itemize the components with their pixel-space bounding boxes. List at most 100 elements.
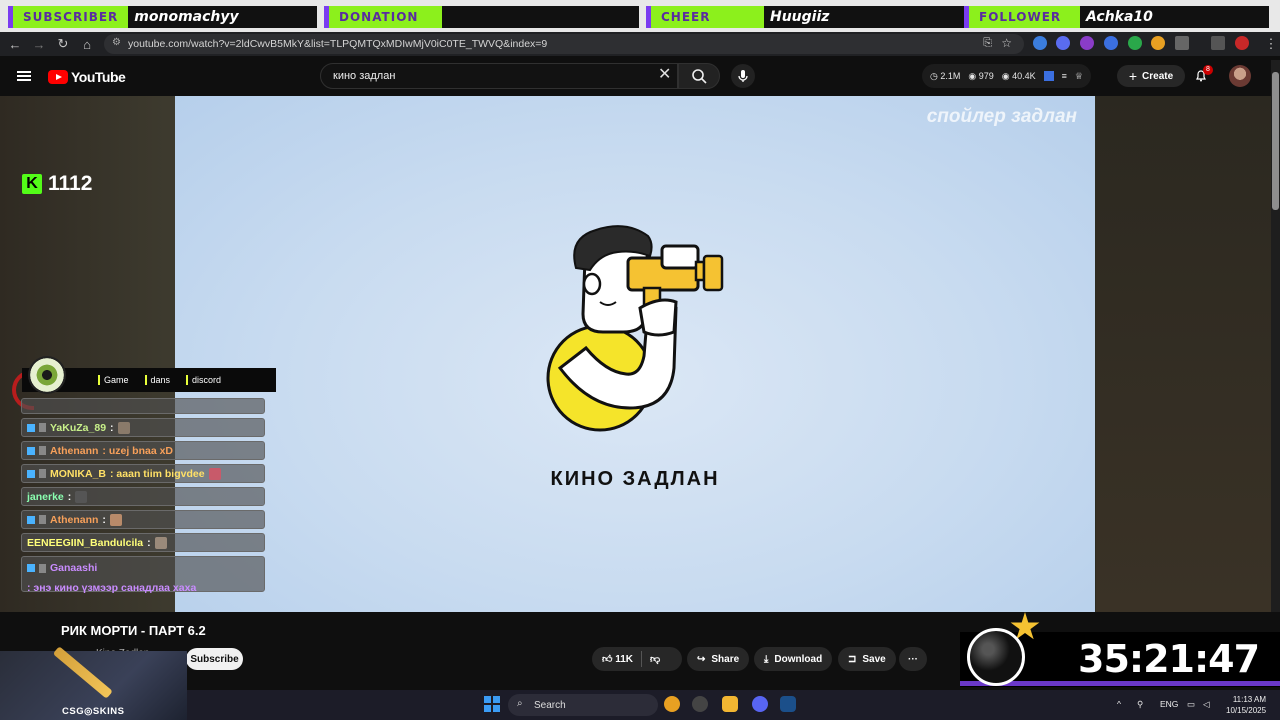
extension-icon[interactable] [1080, 36, 1094, 50]
subscribers-stat: ◷ 2.1M [930, 70, 961, 81]
extension-icon[interactable] [1043, 71, 1054, 81]
trophy-icon[interactable]: ♕ [1075, 71, 1083, 82]
download-button[interactable]: ⤓ Download [754, 647, 833, 671]
obs-icon[interactable] [692, 696, 708, 712]
chat-message: Ganaashi : энэ кино үзмээр санадлаа хаха [21, 556, 265, 594]
reload-icon[interactable]: ↻ [52, 33, 74, 55]
alert-bar [454, 6, 639, 28]
alert-tag: SUBSCRIBER [8, 6, 129, 28]
search-button[interactable] [678, 63, 720, 89]
search-icon: ⌕ [517, 698, 523, 709]
clear-search-icon[interactable]: ✕ [658, 67, 671, 83]
emote-icon [117, 421, 130, 434]
taskbar-search[interactable]: ⌕ Search [508, 694, 658, 716]
badge-icon [27, 423, 35, 432]
search-value: кино задлан [333, 70, 396, 82]
reading-list-icon[interactable] [1211, 36, 1225, 50]
extension-icon[interactable] [1104, 36, 1118, 50]
divider [641, 651, 643, 667]
alert-bar [1158, 6, 1269, 28]
save-label: Save [862, 653, 886, 665]
scrollbar-thumb[interactable] [1272, 72, 1279, 210]
like-button[interactable]: 👍︎ 11K [602, 653, 633, 665]
steam-icon[interactable] [780, 696, 796, 712]
extension-icon[interactable] [1128, 36, 1142, 50]
share-icon: ↪ [697, 653, 706, 665]
microphone-icon[interactable]: ⚲ [1137, 699, 1143, 710]
address-bar[interactable]: ⚙ youtube.com/watch?v=2ldCwvB5MkY&list=T… [104, 34, 1024, 54]
browser-menu-icon[interactable]: ⋮ [1260, 33, 1280, 55]
extension-icon[interactable] [1056, 36, 1070, 50]
badge-icon [27, 564, 35, 572]
alert-name [442, 6, 454, 28]
discord-icon[interactable] [752, 696, 768, 712]
download-label: Download [774, 653, 823, 665]
video-watermark: спойлер задлан [926, 106, 1077, 127]
alert-tag: CHEER [646, 6, 764, 28]
install-icon[interactable]: ⎘ [983, 37, 992, 50]
share-button[interactable]: ↪ Share [687, 647, 750, 671]
profile-icon[interactable] [1235, 36, 1249, 50]
eyeball-mascot-icon [28, 356, 66, 394]
plus-icon: + [1128, 68, 1138, 84]
extension-icon[interactable] [1033, 36, 1047, 50]
network-icon[interactable]: ▭ [1187, 699, 1195, 710]
alert-name: monomachyy [128, 6, 245, 28]
youtube-header: YouTube кино задлан ✕ ◷ 2.1M ◉ 979 ◉ 40.… [0, 56, 1280, 96]
site-info-icon[interactable]: ⚙ [112, 37, 121, 48]
dislike-icon[interactable]: 👎︎ [650, 653, 660, 665]
chrome-icon[interactable] [664, 696, 680, 712]
alert-subscriber: SUBSCRIBER monomachyy [8, 6, 317, 28]
bookmark-star-icon[interactable]: ☆ [1001, 36, 1012, 50]
avatar[interactable] [1229, 65, 1251, 87]
youtube-logo[interactable]: YouTube [48, 69, 126, 85]
emote-icon [154, 536, 167, 549]
bomb-icon [967, 628, 1025, 686]
taskbar-search-label: Search [534, 699, 566, 711]
back-icon[interactable]: ← [4, 33, 26, 55]
browser-toolbar: ← → ↻ ⌂ ⚙ youtube.com/watch?v=2ldCwvB5Mk… [0, 32, 1280, 56]
file-explorer-icon[interactable] [722, 696, 738, 712]
alert-bar [835, 6, 966, 28]
extension-icon[interactable] [1151, 36, 1165, 50]
taskbar-clock[interactable]: 11:13 AM 10/15/2025 [1226, 694, 1266, 716]
chat-link-game: Game [98, 375, 129, 385]
alert-bar [244, 6, 317, 28]
kino-zadlan-logo [546, 225, 724, 432]
video-title: РИК МОРТИ - ПАРТ 6.2 [61, 623, 206, 638]
chat-user: janerke [27, 490, 64, 503]
volume-icon[interactable]: ◁ [1203, 699, 1210, 710]
forward-icon[interactable]: → [28, 33, 50, 55]
youtube-play-icon [48, 70, 68, 84]
alert-name: Huugiiz [764, 6, 836, 28]
filter-icon[interactable]: ≡ [1062, 71, 1067, 81]
stream-alerts-bar: SUBSCRIBER monomachyy DONATION CHEER Huu… [0, 0, 1280, 32]
badge-icon [27, 469, 35, 478]
channel-stats-widget: ◷ 2.1M ◉ 979 ◉ 40.4K ≡ ♕ [922, 64, 1091, 88]
home-icon[interactable]: ⌂ [76, 33, 98, 55]
voice-search-button[interactable] [731, 64, 755, 88]
extensions-puzzle-icon[interactable] [1175, 36, 1189, 50]
page-background-right [1096, 96, 1280, 612]
language-indicator[interactable]: ENG [1160, 699, 1178, 709]
chat-message: EENEEGIIN_Bandulcila : [21, 533, 265, 552]
alert-cheer: CHEER Huugiiz [646, 6, 966, 28]
chat-link-discord: discord [186, 375, 221, 385]
create-button[interactable]: + Create [1117, 65, 1185, 87]
kick-viewer-counter: K 1112 [22, 172, 92, 196]
download-icon: ⤓ [764, 653, 769, 665]
clock-time: 11:13 AM [1232, 695, 1267, 704]
chat-user: MONIKA_B [50, 467, 107, 480]
subscribe-button[interactable]: Subscribe [186, 648, 243, 670]
save-button[interactable]: ⊐ Save [838, 647, 896, 671]
chat-message: Athenann : uzej bnaa xD [21, 441, 265, 460]
hamburger-menu-icon[interactable] [17, 71, 31, 81]
video-player[interactable]: спойлер задлан КИНО ЗАДЛАН [175, 96, 1095, 612]
chat-text: : aaan tiim bigvdee [110, 467, 205, 480]
notification-count-badge: 8 [1203, 65, 1213, 75]
more-actions-button[interactable]: ··· [899, 647, 927, 671]
chat-link-dans: dans [144, 375, 170, 385]
windows-start-icon[interactable] [484, 696, 500, 712]
search-input[interactable]: кино задлан [320, 63, 678, 89]
tray-chevron-icon[interactable]: ^ [1117, 699, 1121, 709]
